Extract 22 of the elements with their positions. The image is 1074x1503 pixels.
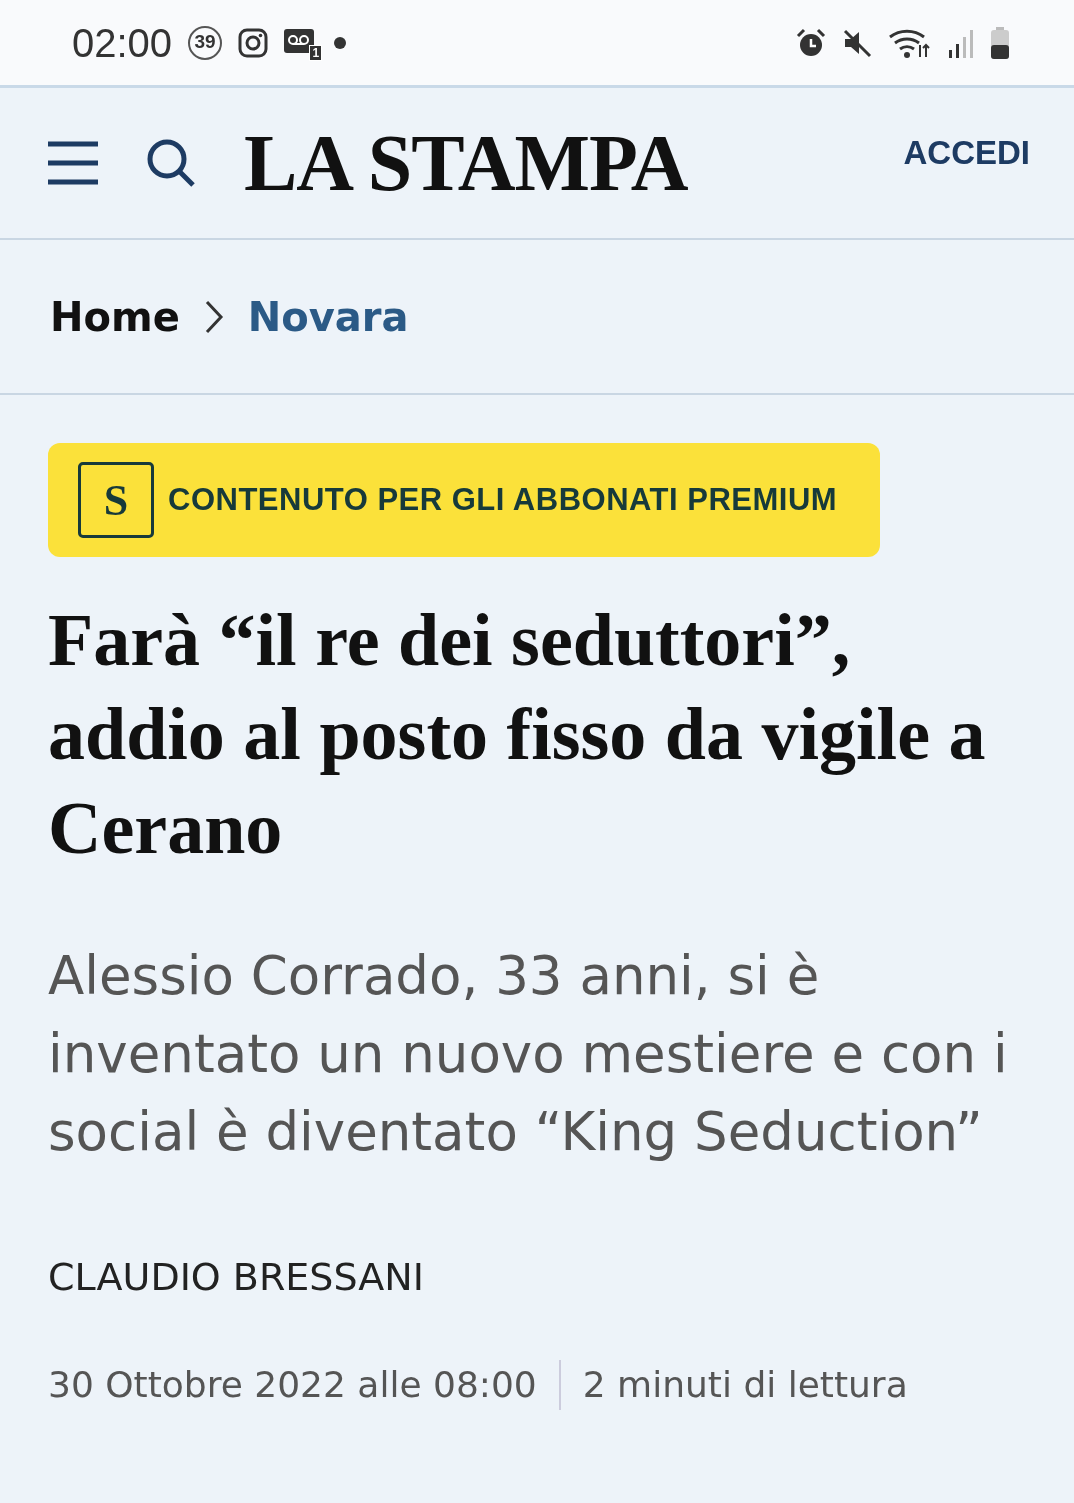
battery-icon bbox=[990, 26, 1010, 59]
login-button[interactable]: ACCEDI bbox=[903, 128, 1030, 178]
breadcrumb-link[interactable]: Novara bbox=[247, 286, 409, 347]
author: CLAUDIO BRESSANI bbox=[48, 1254, 425, 1301]
signal-icon bbox=[948, 27, 974, 58]
dot-icon bbox=[334, 36, 347, 49]
alarm-icon bbox=[796, 27, 826, 58]
premium-label: CONTENUTO PER GLI ABBONATI PREMIUM bbox=[168, 482, 838, 518]
headline: Farà “il re dei seduttori”, addio al posto fisso da vigile a Cerano bbox=[48, 598, 987, 871]
search-icon[interactable] bbox=[146, 138, 196, 188]
chevron-icon bbox=[203, 298, 224, 335]
mute-icon bbox=[842, 27, 872, 58]
clock: 02:00 bbox=[72, 19, 173, 67]
breadcrumb-link[interactable]: Home bbox=[50, 286, 180, 347]
camera-app-icon bbox=[238, 27, 269, 58]
reading-time: 2 minuti di lettura bbox=[582, 1363, 908, 1407]
logo[interactable]: LA STAMPA bbox=[244, 123, 688, 203]
premium-mark: S bbox=[78, 462, 154, 538]
menu-icon[interactable] bbox=[48, 141, 98, 185]
subtitle: Alessio Corrado, 33 anni, si è inventato un nuovo mestiere e con i social è diventato “King Seduction” bbox=[48, 944, 1009, 1164]
notification-count: 39 bbox=[188, 25, 223, 60]
publish-date: 30 Ottobre 2022 alle 08:00 bbox=[48, 1363, 537, 1407]
